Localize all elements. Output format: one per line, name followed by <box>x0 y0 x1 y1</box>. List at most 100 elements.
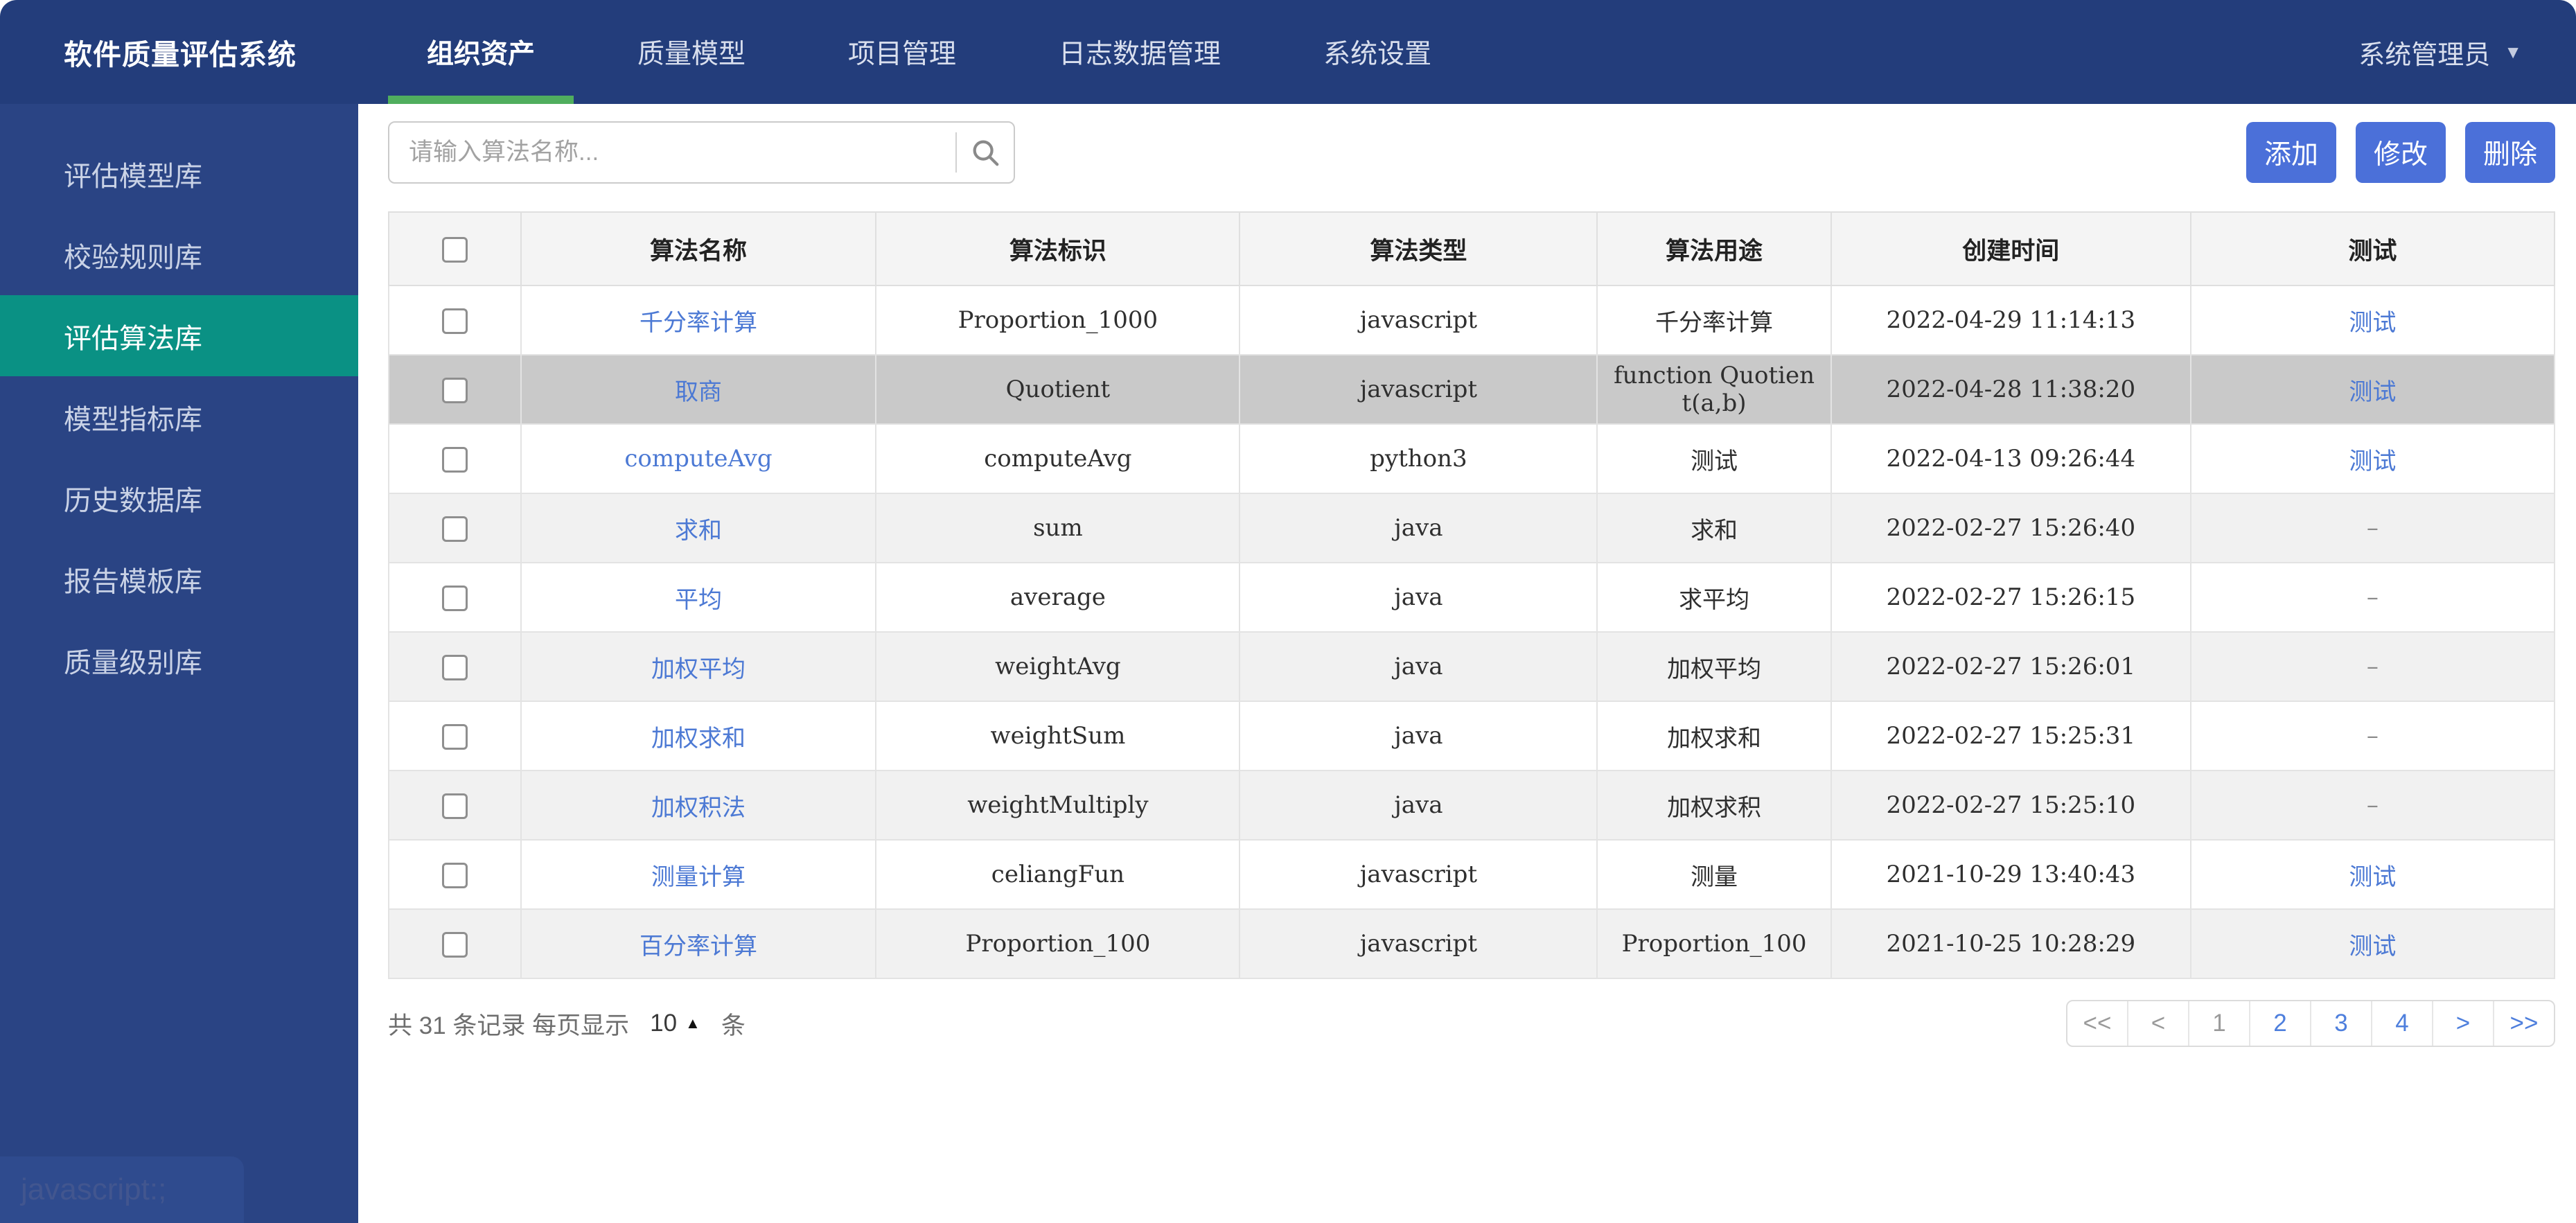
pagination-button[interactable]: >> <box>2493 1001 2554 1046</box>
algorithm-name-cell: 百分率计算 <box>520 908 877 979</box>
algorithm-name-link[interactable]: 求和 <box>675 517 722 545</box>
sidebar-item[interactable]: 历史数据库 <box>0 457 358 538</box>
algorithm-name-link[interactable]: 加权求和 <box>651 725 746 753</box>
action-buttons: 添加 修改 删除 <box>2246 122 2555 183</box>
test-link[interactable]: 测试 <box>2349 309 2396 337</box>
test-cell: – <box>2189 562 2556 633</box>
created-time-cell: 2021-10-25 10:28:29 <box>1830 908 2191 979</box>
sidebar-item[interactable]: 评估模型库 <box>0 133 358 214</box>
created-time-cell: 2022-04-29 11:14:13 <box>1830 285 2191 355</box>
algorithm-id-cell: computeAvg <box>875 423 1241 494</box>
nav-tab[interactable]: 质量模型 <box>599 0 784 104</box>
algorithm-type-cell: javascript <box>1239 285 1598 355</box>
algorithm-usage-cell: 加权求积 <box>1596 770 1832 841</box>
algorithm-usage-cell: 求和 <box>1596 493 1832 563</box>
row-checkbox[interactable] <box>441 724 468 750</box>
edit-button[interactable]: 修改 <box>2355 122 2446 183</box>
algorithm-name-link[interactable]: 百分率计算 <box>639 933 757 960</box>
row-checkbox[interactable] <box>441 516 468 543</box>
test-link[interactable]: 测试 <box>2349 863 2396 891</box>
algorithm-usage-cell: 测试 <box>1596 423 1832 494</box>
test-cell: 测试 <box>2189 285 2556 355</box>
add-button[interactable]: 添加 <box>2246 122 2336 183</box>
pagination-button[interactable]: 4 <box>2371 1001 2432 1046</box>
pagination-button[interactable]: > <box>2432 1001 2493 1046</box>
algorithm-id-cell: average <box>875 562 1241 633</box>
algorithm-name-link[interactable]: computeAvg <box>624 445 772 473</box>
table-row[interactable]: 取商 Quotient javascript function Quotient(a,… <box>388 354 2556 425</box>
records-unit-text: 条 <box>721 1012 746 1039</box>
sidebar-item[interactable]: 模型指标库 <box>0 376 358 457</box>
test-link[interactable]: 测试 <box>2349 933 2396 960</box>
sidebar-item[interactable]: 报告模板库 <box>0 538 358 619</box>
sidebar-item[interactable]: 评估算法库 <box>0 295 358 376</box>
column-header: 测试 <box>2189 211 2556 286</box>
row-checkbox[interactable] <box>441 932 468 958</box>
delete-button[interactable]: 删除 <box>2464 122 2555 183</box>
algorithm-name-link[interactable]: 加权积法 <box>651 794 746 822</box>
nav-tabs: 组织资产 质量模型 项目管理 日志数据管理 系统设置 <box>358 0 1495 104</box>
nav-tab-label: 系统设置 <box>1323 39 1432 69</box>
row-checkbox-cell <box>388 493 522 563</box>
algorithm-name-cell: computeAvg <box>520 423 877 494</box>
sidebar-item[interactable]: 质量级别库 <box>0 619 358 701</box>
row-checkbox[interactable] <box>441 793 468 820</box>
table-footer: 共 31 条记录 每页显示 10 ▲ 条 << <1 2 3 4 > >> <box>388 1000 2555 1047</box>
test-cell: 测试 <box>2189 908 2556 979</box>
row-checkbox-cell <box>388 701 522 771</box>
table-row[interactable]: 百分率计算 Proportion_100 javascript Proportion_… <box>388 908 2556 979</box>
select-all-checkbox[interactable] <box>441 237 468 263</box>
table-row[interactable]: 加权积法 weightMultiply java 加权求积 2022-02-27 15:… <box>388 770 2556 841</box>
algorithm-name-link[interactable]: 取商 <box>675 378 722 406</box>
test-cell: 测试 <box>2189 354 2556 425</box>
table-row[interactable]: 求和 sum java 求和 2022-02-27 15:26:40– <box>388 493 2556 563</box>
no-test-dash: – <box>2366 583 2379 611</box>
sidebar-item[interactable]: 校验规则库 <box>0 214 358 295</box>
table-row[interactable]: computeAvg computeAvg python3 测试 2022-04-13 … <box>388 423 2556 494</box>
test-link[interactable]: 测试 <box>2349 448 2396 475</box>
row-checkbox[interactable] <box>441 308 468 335</box>
no-test-dash: – <box>2366 791 2379 819</box>
table-row[interactable]: 千分率计算 Proportion_1000 javascript 千分率计算 2022-… <box>388 285 2556 355</box>
status-link-preview: javascript:; <box>0 1156 244 1223</box>
algorithm-name-cell: 加权积法 <box>520 770 877 841</box>
created-time-cell: 2022-02-27 15:25:10 <box>1830 770 2191 841</box>
pagination-button[interactable]: 2 <box>2249 1001 2310 1046</box>
algorithm-name-link[interactable]: 加权平均 <box>651 656 746 683</box>
row-checkbox[interactable] <box>441 447 468 473</box>
table-row[interactable]: 加权求和 weightSum java 加权求和 2022-02-27 15:25:31… <box>388 701 2556 771</box>
nav-tab[interactable]: 系统设置 <box>1285 0 1470 104</box>
sidebar: 评估模型库 校验规则库 评估算法库 模型指标库 历史数据库 报告模板库 质量级别库 java… <box>0 104 358 1223</box>
table-header-row: 算法名称 算法标识 算法类型 算法用途 创建时间 测试 <box>388 211 2556 286</box>
algorithm-id-cell: celiangFun <box>875 839 1241 910</box>
row-checkbox[interactable] <box>441 863 468 889</box>
pagination-button[interactable]: << <box>2067 1001 2127 1046</box>
algorithm-name-link[interactable]: 测量计算 <box>651 863 746 891</box>
pagination-button[interactable]: 3 <box>2310 1001 2371 1046</box>
algorithm-name-link[interactable]: 平均 <box>675 586 722 614</box>
nav-tab[interactable]: 日志数据管理 <box>1020 0 1260 104</box>
row-checkbox[interactable] <box>441 586 468 612</box>
table-row[interactable]: 加权平均 weightAvg java 加权平均 2022-02-27 15:26:01… <box>388 631 2556 702</box>
row-checkbox[interactable] <box>441 655 468 681</box>
test-link[interactable]: 测试 <box>2349 378 2396 406</box>
algorithm-id-cell: weightSum <box>875 701 1241 771</box>
search-input[interactable] <box>389 139 955 166</box>
page-size-select[interactable]: 10 ▲ <box>650 1010 700 1037</box>
algorithm-name-link[interactable]: 千分率计算 <box>639 309 757 337</box>
table-row[interactable]: 平均 average java 求平均 2022-02-27 15:26:15 – <box>388 562 2556 633</box>
nav-tab[interactable]: 组织资产 <box>388 0 574 104</box>
top-navigation-bar: 软件质量评估系统 组织资产 质量模型 项目管理 日志数据管理 系统设置 系统管理员 ▼ <box>0 0 2576 104</box>
column-header: 算法名称 <box>520 211 877 286</box>
created-time-cell: 2022-02-27 15:25:31 <box>1830 701 2191 771</box>
user-menu[interactable]: 系统管理员 ▼ <box>2358 0 2576 104</box>
nav-tab[interactable]: 项目管理 <box>809 0 995 104</box>
user-name: 系统管理员 <box>2358 40 2491 70</box>
pagination-button[interactable]: < <box>2127 1001 2188 1046</box>
row-checkbox[interactable] <box>441 378 468 404</box>
table-row[interactable]: 测量计算 celiangFun javascript 测量 2021-10-29 13:… <box>388 839 2556 910</box>
pagination-button[interactable]: 1 <box>2188 1001 2249 1046</box>
test-cell: 测试 <box>2189 423 2556 494</box>
search-button[interactable] <box>957 123 1014 182</box>
search-icon <box>973 140 999 166</box>
